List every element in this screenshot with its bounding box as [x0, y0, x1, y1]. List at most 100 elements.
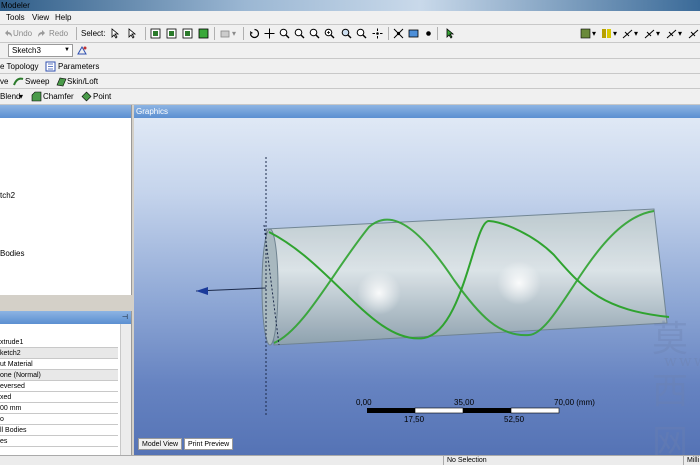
details-row[interactable]: one (Normal) [0, 370, 118, 381]
units-status[interactable]: Milli [683, 456, 700, 465]
undo-button[interactable]: Undo [13, 29, 32, 38]
details-row[interactable]: ut Material [0, 359, 118, 370]
tree-item-bodies[interactable]: Bodies [0, 249, 24, 258]
menu-view[interactable]: View [32, 13, 49, 22]
sweep-button[interactable]: Sweep [25, 77, 49, 86]
tree-item-sketch2[interactable]: tch2 [0, 191, 15, 200]
edge-color-icon[interactable] [601, 28, 612, 39]
sketch-select[interactable]: Sketch3 ▼ [8, 44, 73, 57]
zoom-in-icon[interactable] [324, 28, 335, 39]
graphics-viewport[interactable]: Graphics 莫西网 ww 0,00 35,00 70,00 (mm) 17… [134, 105, 700, 455]
window-title: Modeler [1, 1, 30, 10]
helix-model[interactable] [134, 105, 700, 455]
chamfer-icon[interactable] [31, 91, 42, 102]
details-row[interactable]: xed [0, 392, 118, 403]
blend-button[interactable]: Blend [0, 92, 20, 101]
sweep-icon[interactable] [13, 76, 24, 87]
select-face-icon[interactable] [182, 28, 193, 39]
status-bar: No Selection Milli [0, 455, 700, 465]
skin-loft-button[interactable]: Skin/Loft [67, 77, 98, 86]
redo-icon[interactable] [37, 28, 48, 39]
undo-icon[interactable] [2, 28, 13, 39]
select-edge-icon[interactable] [166, 28, 177, 39]
extend-selection-icon[interactable] [220, 28, 231, 39]
point-icon[interactable] [81, 91, 92, 102]
zoom-icon[interactable] [279, 28, 290, 39]
select-point-icon[interactable] [150, 28, 161, 39]
blend-toolbar: Blend ▾ Chamfer Point [0, 89, 700, 105]
ruler-icon[interactable] [688, 28, 699, 39]
scale-label-35: 35,00 [454, 398, 475, 407]
display-mode-icon[interactable] [408, 28, 419, 39]
parameters-button[interactable]: Parameters [58, 62, 99, 71]
scale-label-0: 0,00 [356, 398, 372, 407]
chevron-down-icon[interactable]: ▾ [19, 92, 23, 101]
chevron-down-icon[interactable]: ▾ [592, 29, 596, 38]
previous-view-icon[interactable] [372, 28, 383, 39]
parameters-toolbar: e Topology Parameters [0, 59, 700, 74]
skin-loft-icon[interactable] [56, 76, 67, 87]
select-body-icon[interactable] [198, 28, 209, 39]
triad-icon[interactable] [666, 28, 677, 39]
details-row[interactable]: ll Bodies [0, 425, 118, 436]
details-row[interactable]: 00 mm [0, 403, 118, 414]
chevron-down-icon[interactable]: ▾ [232, 29, 236, 38]
pin-icon[interactable]: ⊣ [122, 313, 128, 321]
sketch-select-value: Sketch3 [12, 46, 41, 55]
separator [214, 27, 215, 40]
zoom-box-icon[interactable] [294, 28, 305, 39]
display-toggle-icon[interactable] [580, 28, 591, 39]
magnifier-icon[interactable] [356, 28, 367, 39]
details-row[interactable]: o [0, 414, 118, 425]
tree-outline-header [0, 105, 131, 118]
menu-bar: Tools View Help [0, 11, 700, 25]
new-sketch-icon[interactable] [77, 45, 88, 56]
scale-label-17: 17,50 [404, 415, 425, 424]
share-topology-button[interactable]: e Topology [0, 62, 39, 71]
redo-button[interactable]: Redo [49, 29, 68, 38]
vertex-direction-icon[interactable] [644, 28, 655, 39]
sketch-toolbar: Sketch3 ▼ [0, 43, 700, 59]
chamfer-button[interactable]: Chamfer [43, 92, 74, 101]
help-arrow-icon[interactable] [445, 28, 456, 39]
chevron-down-icon[interactable]: ▾ [678, 29, 682, 38]
details-row[interactable]: xtrude1 [0, 337, 118, 348]
scale-label-52: 52,50 [504, 415, 525, 424]
zoom-to-fit-icon[interactable] [341, 28, 352, 39]
separator [388, 27, 389, 40]
chevron-down-icon[interactable]: ▾ [613, 29, 617, 38]
chevron-down-icon[interactable]: ▾ [656, 29, 660, 38]
tab-print-preview[interactable]: Print Preview [184, 438, 234, 450]
pan-icon[interactable] [264, 28, 275, 39]
title-bar: Modeler [0, 0, 700, 11]
select-mode-icon[interactable] [110, 28, 121, 39]
select-filter-icon[interactable] [127, 28, 138, 39]
details-row[interactable]: es [0, 436, 118, 447]
parameters-icon[interactable] [45, 61, 56, 72]
separator [437, 27, 438, 40]
menu-help[interactable]: Help [55, 13, 71, 22]
main-toolbar: Undo Redo Select: ▾ ▾ ▾ ▾ ▾ ▾ [0, 25, 700, 43]
point-button[interactable]: Point [93, 92, 111, 101]
menu-tools[interactable]: Tools [6, 13, 25, 22]
details-scrollbar[interactable] [120, 324, 131, 455]
details-row[interactable]: ketch2 [0, 348, 118, 359]
details-view: ⊣ xtrude1 ketch2 ut Material one (Normal… [0, 311, 132, 455]
watermark-url: www.3dmox.com [664, 352, 700, 370]
chevron-down-icon[interactable]: ▾ [634, 29, 638, 38]
tab-model-view[interactable]: Model View [138, 438, 183, 450]
edge-direction-icon[interactable] [622, 28, 633, 39]
chevron-down-icon: ▼ [64, 47, 70, 53]
selection-status: No Selection [443, 456, 683, 465]
revolve-button[interactable]: ve [0, 77, 8, 86]
tree-outline: tch2 Bodies [0, 105, 132, 295]
panel-splitter[interactable] [0, 295, 132, 311]
watermark-logo: 莫西网 [652, 319, 691, 455]
separator [145, 27, 146, 40]
point-dot-icon[interactable] [423, 28, 434, 39]
details-row[interactable]: eversed [0, 381, 118, 392]
rotate-icon[interactable] [249, 28, 260, 39]
zoom-fit-icon[interactable] [309, 28, 320, 39]
separator [76, 27, 77, 40]
look-at-icon[interactable] [393, 28, 404, 39]
